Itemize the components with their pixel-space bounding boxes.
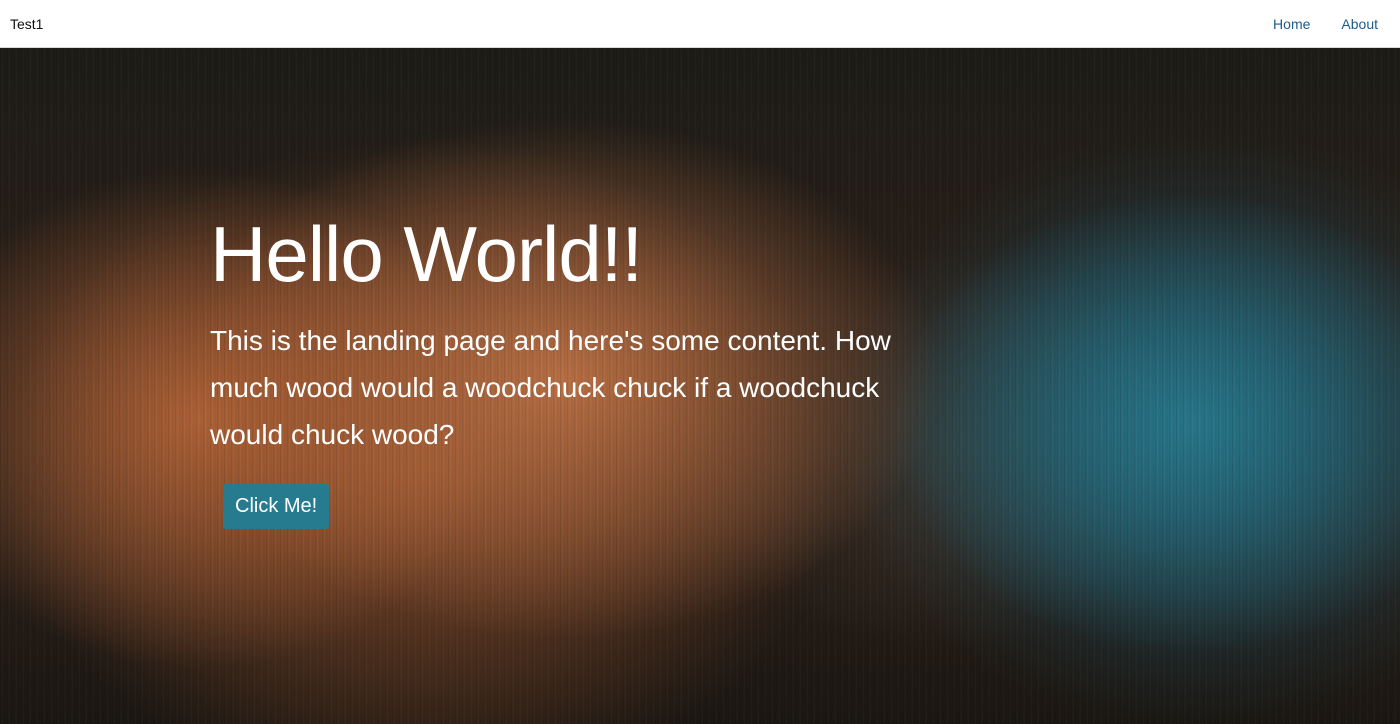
hero-section: Hello World!! This is the landing page a… [0, 49, 1400, 724]
click-me-button[interactable]: Click Me! [223, 484, 330, 529]
hero-content: Hello World!! This is the landing page a… [210, 209, 930, 529]
nav-links: Home About [1273, 16, 1378, 32]
nav-link-about[interactable]: About [1341, 16, 1378, 32]
hero-description: This is the landing page and here's some… [210, 325, 891, 450]
brand-link[interactable]: Test1 [10, 16, 43, 32]
nav-link-home[interactable]: Home [1273, 16, 1310, 32]
hero-title: Hello World!! [210, 210, 643, 298]
top-navbar: Test1 Home About [0, 0, 1400, 48]
